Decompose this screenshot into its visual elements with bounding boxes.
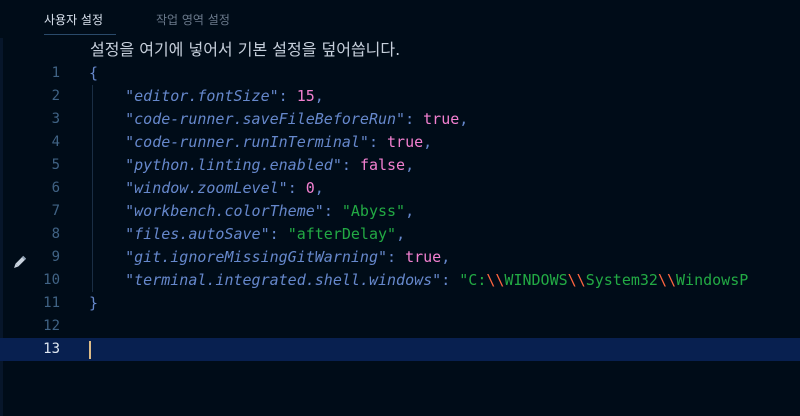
setting-value: 15 [296, 87, 315, 105]
setting-key: "window.zoomLevel" [125, 179, 288, 197]
setting-key: "git.ignoreMissingGitWarning" [125, 248, 388, 266]
line-number: 6 [51, 180, 60, 196]
line-number: 10 [43, 272, 60, 288]
tab-workspace-settings[interactable]: 작업 영역 설정 [156, 11, 230, 28]
line-number: 8 [51, 226, 60, 242]
comma: , [396, 225, 406, 243]
editor-line[interactable]: 6 "window.zoomLevel": 0, [0, 177, 800, 200]
comma: , [405, 202, 415, 220]
pencil-icon[interactable] [10, 254, 28, 272]
line-number: 3 [51, 111, 60, 127]
editor-line[interactable]: 7 "workbench.colorTheme": "Abyss", [0, 200, 800, 223]
line-code: "git.ignoreMissingGitWarning": true, [89, 246, 450, 269]
open-brace: { [89, 64, 99, 82]
escape-sequence: \\ [657, 271, 677, 289]
editor-line[interactable]: 5 "python.linting.enabled": false, [0, 154, 800, 177]
editor-line[interactable]: 8 "files.autoSave": "afterDelay", [0, 223, 800, 246]
comma: , [405, 156, 415, 174]
colon: : [341, 156, 360, 174]
line-number: 1 [51, 65, 60, 81]
comma: , [423, 133, 433, 151]
string-fragment: System32 [585, 271, 658, 289]
line-number: 5 [51, 157, 60, 173]
line-code: "python.linting.enabled": false, [89, 154, 414, 177]
line-code: "window.zoomLevel": 0, [89, 177, 324, 200]
line-number: 4 [51, 134, 60, 150]
setting-key: "code-runner.saveFileBeforeRun" [125, 110, 406, 128]
line-number: 2 [51, 88, 60, 104]
colon: : [269, 225, 288, 243]
editor-line[interactable]: 11} [0, 292, 800, 315]
colon: : [278, 87, 297, 105]
editor-line[interactable]: 1{ [0, 62, 800, 85]
setting-value: true [387, 133, 424, 151]
comma: , [441, 248, 451, 266]
comma: , [314, 87, 324, 105]
comma: , [314, 179, 324, 197]
line-number: 11 [43, 295, 60, 311]
comma: , [459, 110, 469, 128]
line-code: "files.autoSave": "afterDelay", [89, 223, 405, 246]
setting-key: "editor.fontSize" [125, 87, 279, 105]
setting-value: "C:\\WINDOWS\\System32\\WindowsP [459, 271, 748, 289]
setting-value: false [359, 156, 406, 174]
string-fragment: "C: [459, 271, 487, 289]
setting-key: "python.linting.enabled" [125, 156, 342, 174]
editor-line[interactable]: 9 "git.ignoreMissingGitWarning": true, [0, 246, 800, 269]
editor-line[interactable]: 12 [0, 315, 800, 338]
editor-line[interactable]: 3 "code-runner.saveFileBeforeRun": true, [0, 108, 800, 131]
line-number: 9 [51, 249, 60, 265]
setting-value: 0 [305, 179, 315, 197]
line-number: 7 [51, 203, 60, 219]
colon: : [368, 133, 388, 151]
setting-value: "Abyss" [341, 202, 406, 220]
line-code: "terminal.integrated.shell.windows": "C:… [89, 269, 748, 292]
string-fragment: WindowsP [676, 271, 749, 289]
setting-value: true [405, 248, 442, 266]
settings-editor[interactable]: 1{2 "editor.fontSize": 15, 3 "code-runner… [0, 62, 800, 416]
editor-line[interactable]: 4 "code-runner.runInTerminal": true, [0, 131, 800, 154]
line-code: "code-runner.runInTerminal": true, [89, 131, 432, 154]
escape-sequence: \\ [567, 271, 586, 289]
colon: : [387, 248, 406, 266]
line-code: "code-runner.saveFileBeforeRun": true, [89, 108, 468, 131]
settings-tab-bar: 사용자 설정 작업 영역 설정 [0, 0, 800, 38]
setting-value: true [423, 110, 460, 128]
settings-hint: 설정을 여기에 넣어서 기본 설정을 덮어씁니다. [90, 40, 401, 59]
text-cursor [89, 341, 91, 359]
line-code: "editor.fontSize": 15, [89, 85, 324, 108]
setting-value: "afterDelay" [287, 225, 397, 243]
tab-user-settings[interactable]: 사용자 설정 [44, 11, 103, 28]
colon: : [441, 271, 460, 289]
colon: : [287, 179, 306, 197]
line-number: 12 [43, 318, 60, 334]
setting-key: "files.autoSave" [125, 225, 270, 243]
setting-key: "code-runner.runInTerminal" [125, 133, 369, 151]
close-brace: } [89, 294, 99, 312]
line-number: 13 [43, 341, 60, 357]
editor-line[interactable]: 10 "terminal.integrated.shell.windows": … [0, 269, 800, 292]
line-code: } [89, 292, 98, 315]
active-tab-indicator [44, 34, 116, 35]
colon: : [323, 202, 342, 220]
line-code: { [89, 62, 98, 85]
string-fragment: WINDOWS [504, 271, 568, 289]
setting-key: "workbench.colorTheme" [125, 202, 324, 220]
setting-key: "terminal.integrated.shell.windows" [125, 271, 442, 289]
escape-sequence: \\ [486, 271, 505, 289]
editor-line[interactable]: 2 "editor.fontSize": 15, [0, 85, 800, 108]
editor-line[interactable]: 13 [0, 338, 800, 361]
line-code: "workbench.colorTheme": "Abyss", [89, 200, 414, 223]
colon: : [405, 110, 424, 128]
